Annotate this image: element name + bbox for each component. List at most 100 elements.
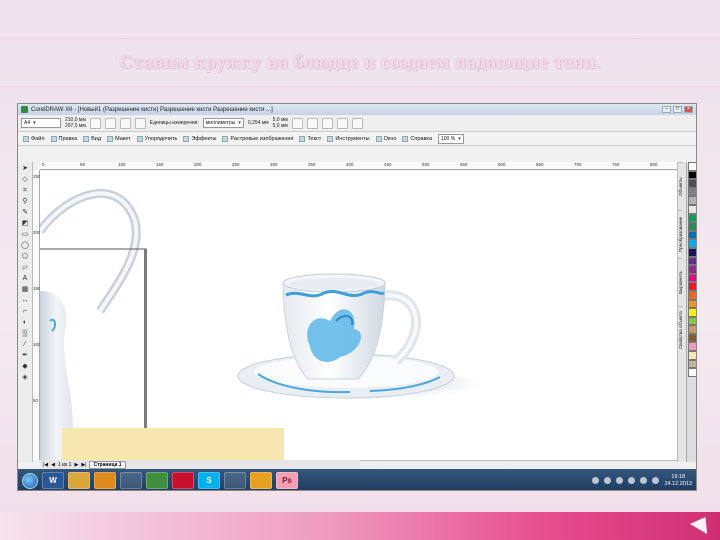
transparency-tool-icon[interactable]: ▒ [20,329,31,339]
taskbar-app-icon[interactable] [120,472,142,489]
tray-icon[interactable] [616,477,624,484]
first-page-button[interactable]: |◀ [43,462,48,468]
zoom-tool-icon[interactable]: ⚲ [20,197,31,207]
palette-swatch[interactable] [688,239,696,248]
menu-effects[interactable]: Эффекты [181,135,218,142]
menu-tools[interactable]: Инструменты [325,135,371,142]
menu-view[interactable]: Вид [81,135,103,142]
options-button[interactable] [336,117,348,129]
palette-swatch[interactable] [688,170,696,180]
rectangle-tool-icon[interactable]: ▭ [20,230,31,240]
docker-tab-transform[interactable]: Преобразование [678,210,683,258]
palette-swatch[interactable] [688,179,696,188]
start-button[interactable] [22,472,38,489]
palette-swatch[interactable] [688,204,696,214]
polygon-tool-icon[interactable]: ⬠ [20,252,31,262]
palette-swatch[interactable] [688,351,696,360]
vertical-ruler[interactable]: 250 200 150 100 50 [33,170,41,460]
maximize-button[interactable]: □ [673,106,682,113]
tray-icon[interactable] [640,477,648,484]
horizontal-scrollbar[interactable] [360,460,677,469]
menu-text[interactable]: Текст [297,135,323,142]
grid-button[interactable] [306,117,318,129]
guidelines-button[interactable] [321,117,333,129]
drawing-canvas[interactable] [40,171,677,460]
connector-tool-icon[interactable]: ⌐ [20,307,31,317]
palette-swatch[interactable] [688,162,696,171]
current-page-button[interactable] [134,117,146,129]
next-page-button[interactable]: ▶ [74,462,78,468]
taskbar-photoshop-icon[interactable]: Ps [276,472,298,489]
palette-swatch[interactable] [688,196,696,205]
docker-tab-align[interactable]: Выровнять [678,258,683,306]
taskbar-skype-icon[interactable]: S [198,472,220,489]
duplicate-distance-fields[interactable]: 5,0 мм 5,0 мм [273,117,288,129]
menu-help[interactable]: Справка [400,135,434,142]
crop-tool-icon[interactable]: ⌗ [20,186,31,196]
landscape-orientation-button[interactable] [104,117,116,129]
palette-swatch[interactable] [688,290,696,300]
taskbar-media-player-icon[interactable] [94,472,116,489]
taskbar-coreldraw-icon[interactable] [146,472,168,489]
basic-shapes-tool-icon[interactable]: ▱ [20,263,31,273]
palette-swatch[interactable] [688,256,696,266]
palette-swatch[interactable] [688,213,696,223]
palette-swatch[interactable] [688,333,696,343]
text-tool-icon[interactable]: A [20,274,31,284]
all-pages-button[interactable] [119,117,131,129]
menu-bitmaps[interactable]: Растровые изображения [220,135,295,142]
palette-swatch[interactable] [688,316,696,326]
outline-tool-icon[interactable]: ✒ [20,351,31,361]
fill-tool-icon[interactable]: ◆ [20,362,31,372]
taskbar-word-icon[interactable]: W [42,472,64,489]
tray-icon[interactable] [628,477,636,484]
palette-swatch[interactable] [688,308,696,317]
taskbar-explorer-icon[interactable] [68,472,90,489]
pick-tool-icon[interactable]: ➤ [20,164,31,174]
page-tab-1[interactable]: Страница 1 [89,460,126,469]
launch-button[interactable] [351,117,363,129]
palette-swatch[interactable] [688,342,696,352]
freehand-tool-icon[interactable]: ✎ [20,208,31,218]
ellipse-tool-icon[interactable]: ◯ [20,241,31,251]
units-select[interactable]: миллиметры ▾ [202,118,244,128]
taskbar-app-icon[interactable] [250,472,272,489]
page-size-fields[interactable]: 210,0 мм 297,0 мм [65,117,86,129]
smart-fill-tool-icon[interactable]: ◩ [20,219,31,229]
menu-window[interactable]: Окно [374,135,399,142]
horizontal-ruler[interactable]: 0 50 100 150 200 250 300 350 400 450 500… [40,162,677,170]
palette-swatch[interactable] [688,265,696,274]
last-page-button[interactable]: ▶| [81,462,86,468]
menu-layout[interactable]: Макет [105,135,133,142]
table-tool-icon[interactable]: ▦ [20,285,31,295]
palette-swatch[interactable] [688,222,696,231]
palette-swatch[interactable] [688,187,696,197]
portrait-orientation-button[interactable] [89,117,101,129]
docker-tab-objects[interactable]: Объекты [678,162,683,210]
close-button[interactable]: × [684,106,693,113]
snap-button[interactable] [291,117,303,129]
zoom-select[interactable]: 100 % ▾ [438,133,464,144]
interactive-fill-tool-icon[interactable]: ◈ [20,373,31,383]
minimize-button[interactable]: – [662,106,671,113]
palette-swatch[interactable] [688,359,696,369]
palette-swatch[interactable] [688,282,696,291]
eyedropper-tool-icon[interactable]: ⁄ [20,340,31,350]
jug-illustration[interactable] [40,189,141,460]
palette-swatch[interactable] [688,325,696,334]
palette-swatch[interactable] [688,230,696,240]
blend-tool-icon[interactable]: ◐ [20,318,31,328]
taskbar-app-icon[interactable] [224,472,246,489]
dimension-tool-icon[interactable]: ↔ [20,296,31,306]
palette-swatch[interactable] [688,273,696,283]
palette-swatch[interactable] [688,368,696,377]
table-surface[interactable] [62,428,284,460]
menu-arrange[interactable]: Упорядочить [135,135,180,142]
volume-icon[interactable] [652,477,660,484]
taskbar-opera-icon[interactable] [172,472,194,489]
menu-edit[interactable]: Правка [49,135,80,142]
tray-icon[interactable] [592,477,600,484]
palette-swatch[interactable] [688,299,696,309]
prev-page-button[interactable]: ◀ [51,462,55,468]
taskbar-clock[interactable]: 19:18 24.12.2013 [664,474,692,488]
